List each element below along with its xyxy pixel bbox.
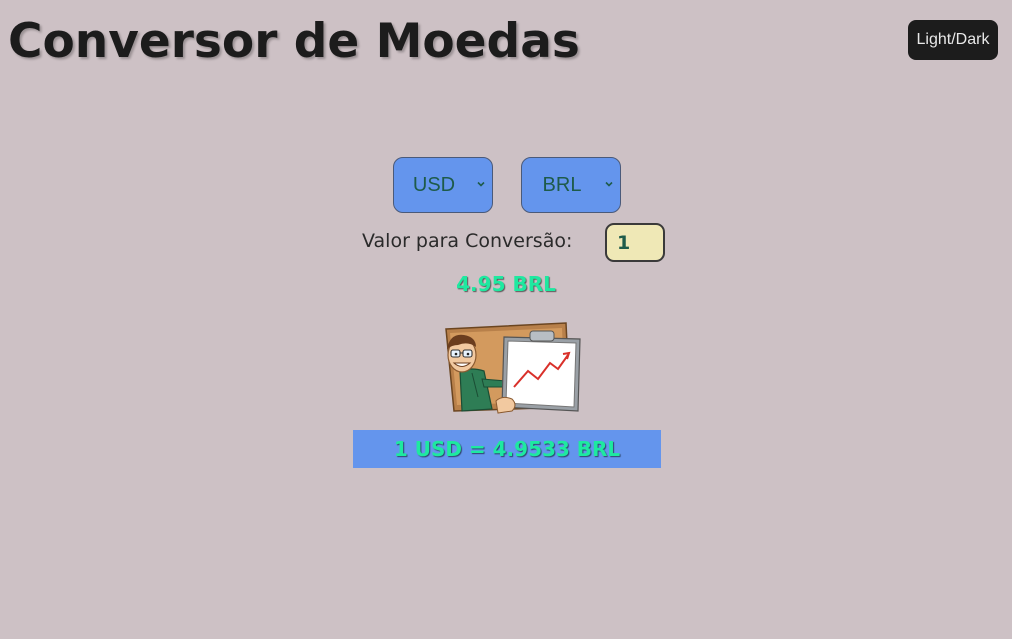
to-currency-select[interactable]: BRL xyxy=(521,157,621,213)
chart-presenter-illustration xyxy=(445,322,581,414)
from-currency-select[interactable]: USD xyxy=(393,157,493,213)
exchange-rate-bar: 1 USD = 4.9533 BRL xyxy=(353,430,661,468)
chevron-down-icon xyxy=(477,181,485,187)
from-currency-value: USD xyxy=(412,173,456,196)
amount-input[interactable] xyxy=(605,223,665,262)
page-title: Conversor de Moedas xyxy=(8,14,580,69)
amount-label: Valor para Conversão: xyxy=(362,230,573,252)
conversion-result: 4.95 BRL xyxy=(456,272,556,296)
theme-toggle-button[interactable]: Light/Dark xyxy=(908,20,998,60)
chevron-down-icon xyxy=(605,181,613,187)
exchange-rate-text: 1 USD = 4.9533 BRL xyxy=(393,437,621,461)
to-currency-value: BRL xyxy=(542,173,582,196)
